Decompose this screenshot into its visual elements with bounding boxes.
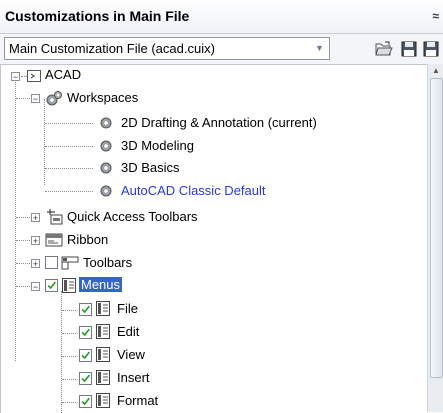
- toolbars-icon: [61, 256, 79, 270]
- ribbon-icon: [45, 233, 63, 247]
- customization-tree: − ACAD − Workspaces 2D Drafting & Annota…: [0, 64, 428, 413]
- menu-item-checkbox[interactable]: [79, 326, 92, 339]
- gear-icon: [100, 185, 112, 197]
- tree-guide-line: [16, 240, 30, 241]
- save-icon[interactable]: [399, 39, 419, 59]
- tree-node-workspace[interactable]: 3D Basics: [119, 159, 182, 177]
- tree-guide-line: [15, 77, 16, 361]
- menu-icon: [96, 370, 110, 385]
- tree-guide-line: [45, 191, 93, 192]
- menus-checkbox[interactable]: [45, 279, 58, 292]
- tree-node-menu[interactable]: Insert: [115, 369, 152, 387]
- menus-icon: [62, 278, 76, 293]
- gear-icon: [100, 117, 112, 129]
- expand-toggle-icon[interactable]: +: [31, 213, 40, 223]
- tree-node-menu[interactable]: View: [115, 346, 147, 364]
- tree-node-menu[interactable]: Edit: [115, 323, 141, 341]
- tree-node-label: Ribbon: [67, 232, 109, 247]
- scroll-thumb[interactable]: [430, 78, 443, 378]
- tree-node-label: 3D Basics: [121, 160, 180, 175]
- tree-node-workspace[interactable]: 3D Modeling: [119, 137, 196, 155]
- menu-item-checkbox[interactable]: [79, 303, 92, 316]
- tree-node-ribbon[interactable]: Ribbon: [65, 231, 110, 249]
- cui-file-icon: [27, 70, 41, 82]
- tree-node-menus[interactable]: Menus: [79, 276, 123, 294]
- tree-guide-line: [44, 99, 45, 185]
- tree-node-label: Edit: [117, 324, 140, 339]
- tree-node-label: Format: [117, 393, 159, 408]
- menu-icon: [96, 301, 110, 316]
- tree-node-label: Toolbars: [83, 255, 133, 270]
- tree-guide-line: [62, 356, 76, 357]
- tree-node-label: View: [117, 347, 145, 362]
- tree-node-toolbars[interactable]: Toolbars: [81, 254, 134, 272]
- load-partial-icon[interactable]: [421, 39, 441, 59]
- open-folder-icon[interactable]: [374, 39, 394, 59]
- tree-guide-line: [62, 333, 76, 334]
- collapse-toggle-icon[interactable]: −: [11, 72, 20, 82]
- tree-node-workspace[interactable]: AutoCAD Classic Default: [119, 182, 268, 200]
- tree-node-label: AutoCAD Classic Default: [121, 183, 266, 198]
- customization-file-select[interactable]: Main Customization File (acad.cuix) ▼: [4, 37, 330, 60]
- tree-scrollbar[interactable]: ▲: [427, 64, 443, 412]
- menu-icon: [96, 393, 110, 408]
- menu-icon: [96, 324, 110, 339]
- tree-node-label: Menus: [79, 277, 123, 292]
- tree-node-workspaces[interactable]: Workspaces: [65, 89, 140, 107]
- scroll-up-icon[interactable]: ▲: [432, 66, 440, 75]
- gear-icon: [100, 140, 112, 152]
- menu-item-checkbox[interactable]: [79, 395, 92, 408]
- tree-guide-line: [45, 168, 93, 169]
- tree-node-label: Insert: [117, 370, 150, 385]
- tree-guide-line: [62, 310, 76, 311]
- tree-node-menu[interactable]: Format: [115, 392, 160, 410]
- tree-node-label: Quick Access Toolbars: [67, 209, 198, 224]
- tree-node-acad[interactable]: ACAD: [43, 66, 83, 84]
- menu-item-checkbox[interactable]: [79, 349, 92, 362]
- toolbars-checkbox[interactable]: [45, 256, 58, 269]
- tree-node-label: 2D Drafting & Annotation (current): [121, 115, 317, 130]
- collapse-toggle-icon[interactable]: −: [31, 94, 40, 104]
- customization-file-value: Main Customization File (acad.cuix): [9, 41, 215, 56]
- tree-guide-line: [16, 286, 30, 287]
- gear-icon: [100, 162, 112, 174]
- tree-node-workspace[interactable]: 2D Drafting & Annotation (current): [119, 114, 319, 132]
- quick-access-toolbar-icon: [47, 209, 63, 225]
- tree-node-label: 3D Modeling: [121, 138, 194, 153]
- collapse-toggle-icon[interactable]: −: [31, 282, 40, 292]
- panel-title: Customizations in Main File: [5, 8, 190, 24]
- tree-node-label: Workspaces: [67, 90, 139, 105]
- tree-node-quick-access-toolbars[interactable]: Quick Access Toolbars: [65, 208, 200, 226]
- panel-header: Customizations in Main File ≈: [0, 0, 443, 34]
- menu-icon: [96, 347, 110, 362]
- expand-toggle-icon[interactable]: +: [31, 236, 40, 246]
- tree-node-label: ACAD: [45, 67, 82, 82]
- collapse-panel-icon[interactable]: ≈: [432, 9, 439, 23]
- expand-toggle-icon[interactable]: +: [31, 259, 40, 269]
- tree-node-menu[interactable]: File: [115, 300, 140, 318]
- tree-guide-line: [16, 217, 30, 218]
- customization-file-toolbar: Main Customization File (acad.cuix) ▼: [0, 34, 443, 64]
- tree-guide-line: [45, 146, 93, 147]
- workspaces-icon: [46, 91, 62, 106]
- tree-guide-line: [45, 123, 93, 124]
- tree-node-label: File: [117, 301, 138, 316]
- chevron-down-icon[interactable]: ▼: [313, 41, 326, 56]
- tree-guide-line: [62, 379, 76, 380]
- tree-guide-line: [62, 402, 76, 403]
- tree-guide-line: [16, 263, 30, 264]
- menu-item-checkbox[interactable]: [79, 372, 92, 385]
